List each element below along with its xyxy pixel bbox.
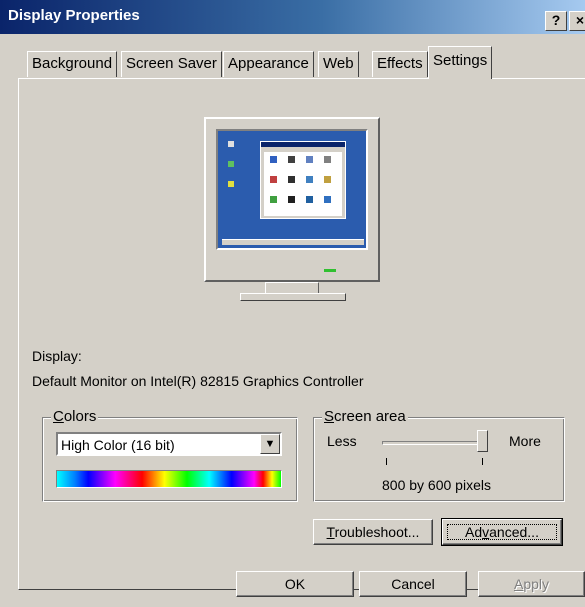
monitor-stand-base: [240, 293, 346, 301]
ok-button[interactable]: OK: [236, 571, 354, 597]
recycle-bin-icon: [228, 181, 234, 187]
troubleshoot-button[interactable]: Troubleshoot...: [313, 519, 433, 545]
printer-icon: [288, 156, 295, 163]
tab-screen-saver[interactable]: Screen Saver: [121, 51, 222, 77]
slider-tick-min: [386, 458, 387, 465]
cancel-button[interactable]: Cancel: [359, 571, 467, 597]
network-settings-icon: [306, 176, 313, 183]
preview-taskbar: [222, 239, 364, 245]
pen-icon: [288, 196, 295, 203]
preview-window: [260, 141, 346, 219]
colors-group: Colors: [42, 408, 298, 502]
close-button[interactable]: ×: [569, 11, 585, 31]
keyboard-icon: [324, 176, 331, 183]
less-label: Less: [327, 433, 357, 449]
monitor-screen: [216, 129, 368, 250]
tab-background[interactable]: Background: [27, 51, 118, 77]
resolution-value: 800 by 600 pixels: [382, 477, 491, 493]
tab-web[interactable]: Web: [318, 51, 359, 77]
screen-area-slider-track[interactable]: [382, 441, 486, 445]
font-icon: [270, 176, 277, 183]
modem-icon: [270, 196, 277, 203]
help-button[interactable]: ?: [545, 11, 567, 31]
tab-settings[interactable]: Settings: [428, 46, 493, 79]
tab-appearance[interactable]: Appearance: [223, 51, 314, 77]
control-icon: [306, 156, 313, 163]
screen-area-group-title: Screen area: [322, 408, 408, 425]
network-icon: [228, 161, 234, 167]
power-led-icon: [324, 269, 336, 272]
color-spectrum-preview: [56, 470, 282, 488]
apply-button[interactable]: Apply: [478, 571, 585, 597]
screen-area-slider-thumb[interactable]: [477, 430, 488, 452]
display-properties-window: Display Properties ? × Background Screen…: [0, 0, 585, 607]
preview-window-content: [264, 152, 342, 216]
chevron-down-icon[interactable]: ▼: [260, 434, 280, 454]
sound-icon: [306, 196, 313, 203]
system-icon: [324, 196, 331, 203]
tab-effects[interactable]: Effects: [372, 51, 428, 77]
colors-selected-value: High Color (16 bit): [61, 437, 175, 453]
slider-tick-max: [482, 458, 483, 465]
desktop-preview: [222, 135, 364, 245]
my-computer-icon: [228, 141, 234, 147]
preview-window-titlebar: [261, 142, 345, 147]
display-label: Display:: [32, 348, 82, 364]
drive-icon: [324, 156, 331, 163]
mouse-icon: [288, 176, 295, 183]
colors-group-title: Colors: [51, 408, 99, 425]
window-title: Display Properties: [8, 7, 140, 24]
display-value: Default Monitor on Intel(R) 82815 Graphi…: [32, 373, 364, 389]
advanced-button[interactable]: Advanced...: [441, 518, 563, 546]
focus-ring: [447, 524, 557, 540]
monitor-preview: [204, 117, 380, 282]
colors-select[interactable]: High Color (16 bit) ▼: [56, 432, 282, 456]
folder-icon: [270, 156, 277, 163]
more-label: More: [509, 433, 541, 449]
title-bar[interactable]: Display Properties ? ×: [0, 0, 585, 34]
